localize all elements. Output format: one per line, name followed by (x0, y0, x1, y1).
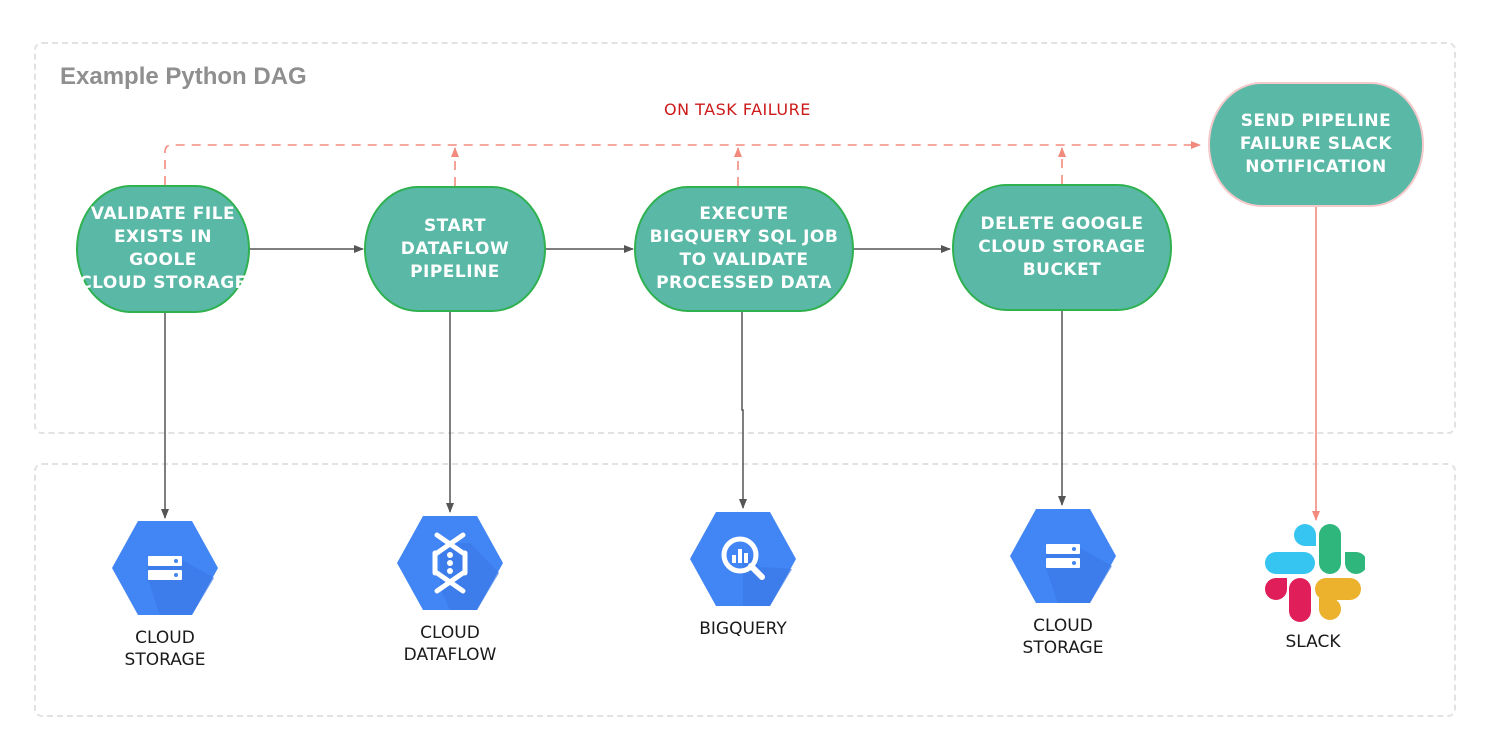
service-label: CLOUD STORAGE (124, 628, 206, 670)
task-start-dataflow[interactable]: START DATAFLOW PIPELINE (364, 186, 546, 312)
service-cloud-storage-1: CLOUD STORAGE (105, 518, 225, 671)
edge-bigquery-service (739, 312, 747, 509)
task-delete-bucket[interactable]: DELETE GOOGLE CLOUD STORAGE BUCKET (952, 184, 1172, 311)
task-execute-bigquery[interactable]: EXECUTE BIGQUERY SQL JOB TO VALIDATE PRO… (634, 186, 854, 312)
service-cloud-storage-2: CLOUD STORAGE (1003, 506, 1123, 659)
service-slack: SLACK (1253, 522, 1373, 653)
service-label: CLOUD DATAFLOW (403, 623, 497, 665)
cloud-storage-icon (1010, 509, 1116, 603)
service-bigquery: BIGQUERY (683, 509, 803, 640)
cloud-storage-icon (112, 521, 218, 615)
service-label: BIGQUERY (699, 619, 787, 639)
task-slack-notification[interactable]: SEND PIPELINE FAILURE SLACK NOTIFICATION (1208, 82, 1424, 207)
cloud-dataflow-icon (397, 516, 503, 610)
bigquery-icon (690, 512, 796, 606)
service-cloud-dataflow: CLOUD DATAFLOW (390, 513, 510, 666)
service-label: SLACK (1285, 632, 1341, 652)
service-label: CLOUD STORAGE (1022, 616, 1104, 658)
task-validate-file[interactable]: VALIDATE FILE EXISTS IN GOOLE CLOUD STOR… (76, 185, 250, 313)
failure-bus-line (164, 141, 1201, 185)
slack-icon (1265, 524, 1367, 622)
